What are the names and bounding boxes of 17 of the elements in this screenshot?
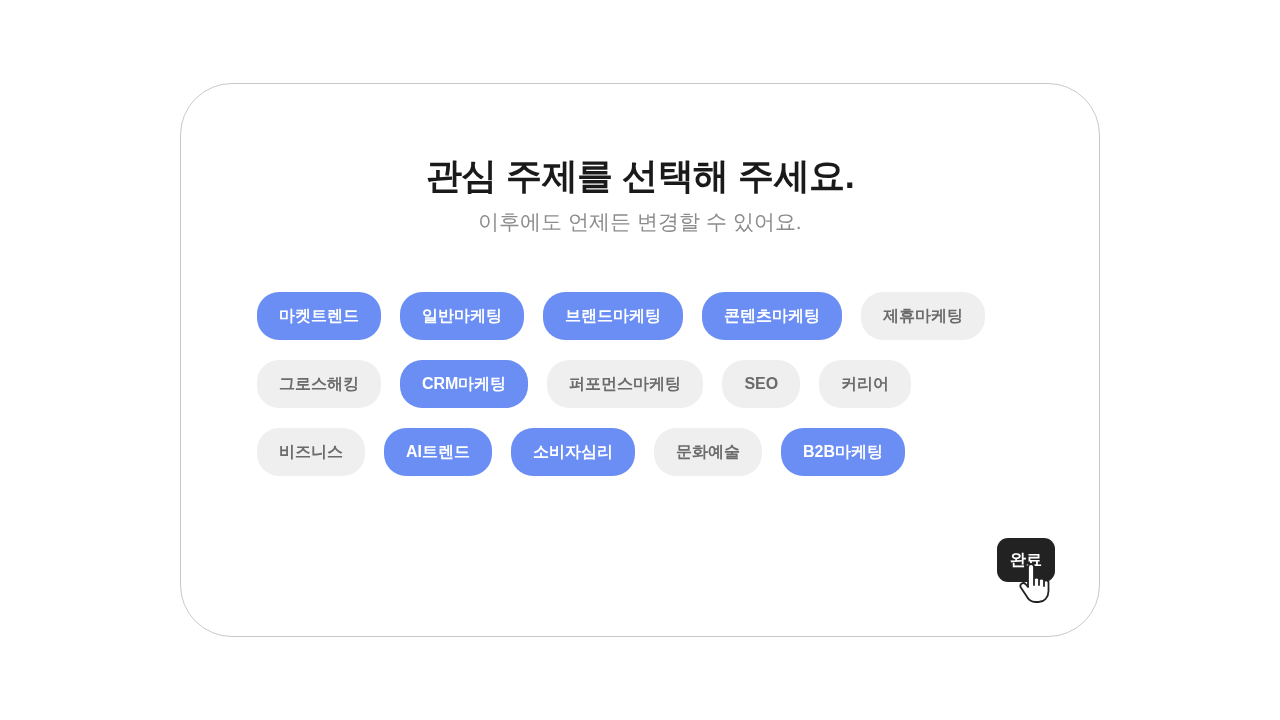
topic-chip[interactable]: 문화예술 — [654, 428, 762, 476]
topic-chip[interactable]: 퍼포먼스마케팅 — [547, 360, 704, 408]
topic-chip[interactable]: 일반마케팅 — [400, 292, 524, 340]
topic-chip[interactable]: 커리어 — [819, 360, 912, 408]
topic-chip[interactable]: 마켓트렌드 — [257, 292, 381, 340]
topic-chip[interactable]: B2B마케팅 — [781, 428, 905, 476]
topic-chip[interactable]: CRM마케팅 — [400, 360, 529, 408]
topic-chip[interactable]: 브랜드마케팅 — [543, 292, 683, 340]
topic-chip[interactable]: 비즈니스 — [257, 428, 365, 476]
topic-chip[interactable]: AI트렌드 — [384, 428, 492, 476]
dialog-subtitle: 이후에도 언제든 변경할 수 있어요. — [478, 209, 802, 235]
topic-chip[interactable]: SEO — [722, 360, 801, 408]
topic-chip[interactable]: 소비자심리 — [511, 428, 635, 476]
topic-chip[interactable]: 그로스해킹 — [257, 360, 381, 408]
topic-chip[interactable]: 콘텐츠마케팅 — [702, 292, 842, 340]
topic-chip[interactable]: 제휴마케팅 — [861, 292, 985, 340]
dialog-title: 관심 주제를 선택해 주세요. — [425, 154, 855, 198]
